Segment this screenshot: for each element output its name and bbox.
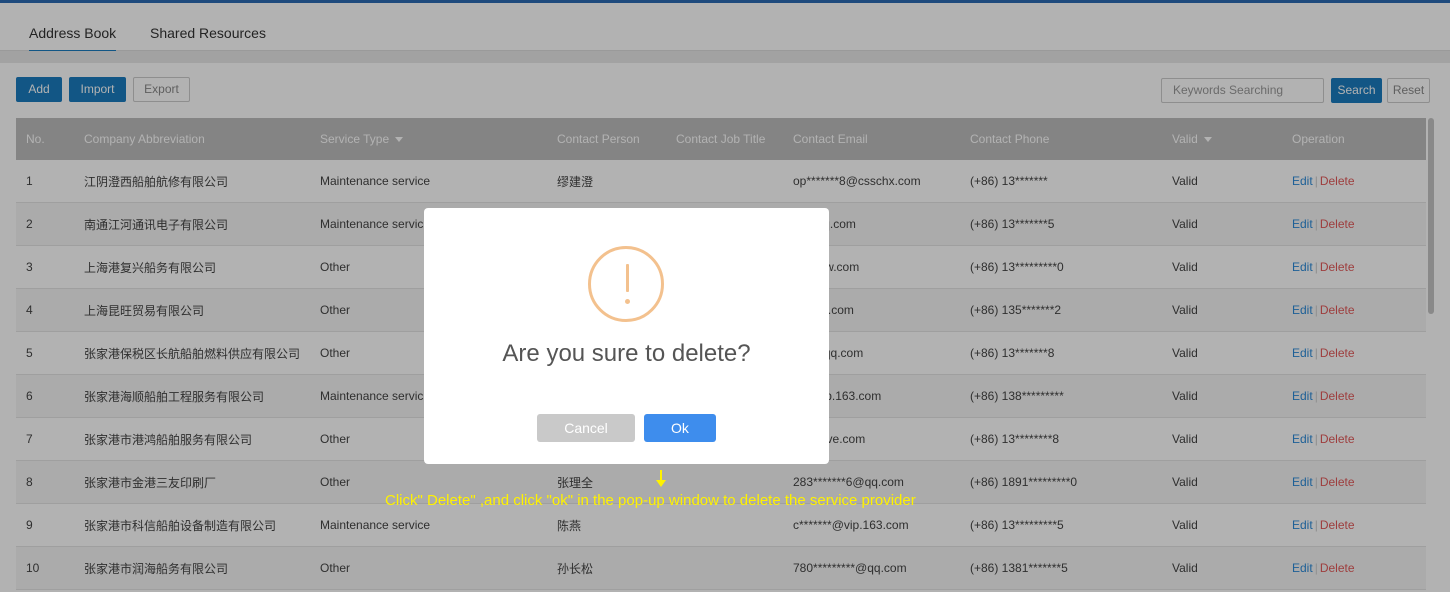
warning-icon [588, 246, 664, 322]
warning-icon-bar [626, 264, 629, 292]
instruction-annotation: Click" Delete" ,and click "ok" in the po… [385, 492, 916, 509]
annotation-arrow-head [656, 480, 666, 487]
confirm-delete-dialog: Are you sure to delete? Cancel Ok [424, 208, 829, 464]
cancel-button[interactable]: Cancel [537, 414, 635, 442]
dialog-message: Are you sure to delete? [502, 340, 751, 367]
warning-icon-dot [625, 299, 630, 304]
ok-button[interactable]: Ok [644, 414, 716, 442]
